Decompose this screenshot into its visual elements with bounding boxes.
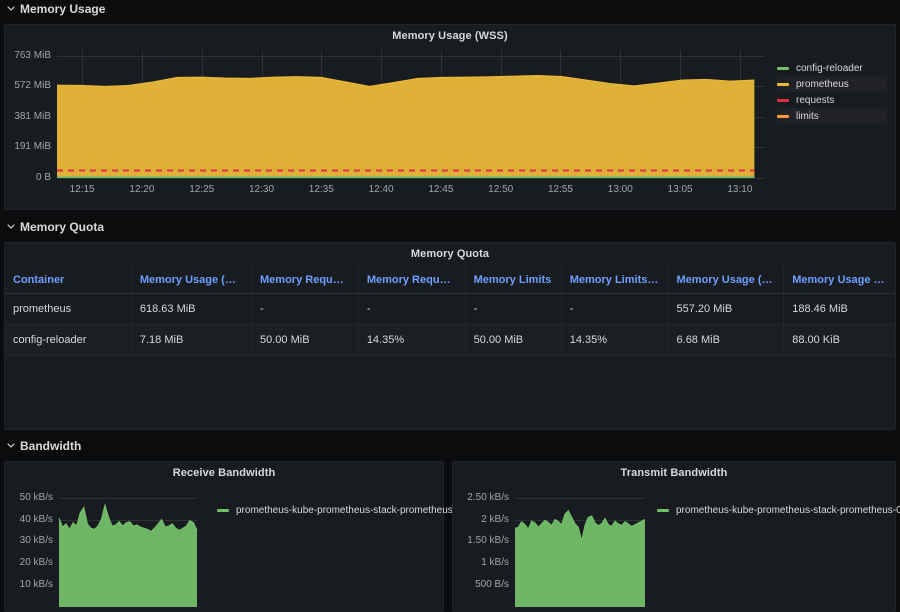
table-cell: config-reloader (5, 324, 132, 356)
legend-color-swatch (217, 508, 229, 512)
y-axis-tick-label: 2.50 kB/s (467, 491, 509, 503)
row-title: Memory Quota (20, 220, 105, 234)
legend-item[interactable]: prometheus-kube-prometheus-stack-prometh… (217, 502, 462, 518)
row-title: Bandwidth (20, 439, 82, 453)
grafana-dashboard: Memory Usage Memory Usage (WSS) 0 B 191 M… (0, 0, 900, 612)
legend-label: requests (796, 94, 835, 106)
y-axis-tick-label: 572 MiB (14, 80, 51, 92)
legend-item[interactable]: config-reloader (777, 60, 887, 76)
transmit-bandwidth-legend: prometheus-kube-prometheus-stack-prometh… (657, 502, 900, 518)
memory-quota-table: Container Memory Usage (WSS) Memory Reques… (5, 267, 895, 356)
table-header-row: Container Memory Usage (WSS) Memory Reques… (5, 267, 895, 294)
x-axis-tick-label: 12:40 (368, 184, 394, 195)
table-cell: - (251, 293, 359, 325)
receive-bandwidth-legend: prometheus-kube-prometheus-stack-prometh… (217, 502, 462, 518)
table-column-header[interactable]: Memory Usage (WSS) (131, 267, 253, 294)
chevron-down-icon (6, 221, 16, 231)
legend-item[interactable]: prometheus-kube-prometheus-stack-prometh… (657, 502, 900, 518)
table-cell: 188.46 MiB (783, 293, 895, 325)
x-axis-tick-label: 13:10 (727, 184, 753, 195)
table-column-header[interactable]: Memory Limits % (561, 267, 669, 294)
y-axis-tick-label: 30 kB/s (19, 535, 53, 547)
legend-label: prometheus-kube-prometheus-stack-prometh… (236, 504, 462, 516)
table-column-header[interactable]: Memory Requests (251, 267, 359, 294)
memory-quota-table-wrap: Container Memory Usage (WSS) Memory Reques… (5, 267, 895, 356)
chevron-down-icon (6, 440, 16, 450)
legend-color-swatch (777, 66, 789, 70)
x-axis-tick-label: 12:50 (488, 184, 514, 195)
x-axis-tick-label: 12:25 (189, 184, 215, 195)
panel-title: Receive Bandwidth (172, 467, 276, 479)
x-axis-tick-label: 12:20 (129, 184, 155, 195)
y-axis-tick-label: 1 kB/s (481, 557, 509, 569)
table-cell: 618.63 MiB (131, 293, 253, 325)
table-column-header[interactable]: Memory Limits (465, 267, 562, 294)
row-header-memory-usage[interactable]: Memory Usage (0, 0, 900, 18)
row-header-memory-quota[interactable]: Memory Quota (0, 218, 900, 236)
legend-color-swatch (777, 82, 789, 86)
transmit-bandwidth-graph[interactable]: 500 B/s 1 kB/s 1.50 kB/s 2 kB/s 2.50 kB/s (453, 479, 895, 607)
y-axis-tick-label: 500 B/s (475, 579, 509, 591)
table-cell: prometheus (5, 293, 132, 325)
panel-receive-bandwidth: Receive Bandwidth 10 kB/s 20 kB/s 30 kB/s 4… (4, 461, 462, 612)
y-axis-tick-label: 763 MiB (14, 49, 51, 61)
legend-label: prometheus-kube-prometheus-stack-prometh… (676, 504, 900, 516)
panel-transmit-bandwidth: Transmit Bandwidth 500 B/s 1 kB/s 1.50 kB/… (452, 461, 900, 612)
legend-item[interactable]: requests (777, 92, 887, 108)
legend-color-swatch (777, 98, 789, 102)
row-header-bandwidth[interactable]: Bandwidth (0, 437, 900, 455)
y-axis-tick-label: 191 MiB (14, 141, 51, 153)
x-axis-tick-label: 12:55 (547, 184, 573, 195)
table-cell: 50.00 MiB (465, 324, 562, 356)
table-cell: 14.35% (561, 324, 669, 356)
panel-title: Memory Usage (WSS) (392, 30, 508, 42)
panel-title: Transmit Bandwidth (620, 467, 728, 479)
row-title: Memory Usage (20, 2, 106, 16)
table-cell: - (358, 293, 466, 325)
table-column-header[interactable]: Memory Requests % (358, 267, 466, 294)
table-row: config-reloader 7.18 MiB 50.00 MiB 14.35% 50… (5, 324, 895, 356)
memory-usage-graph[interactable]: 0 B 191 MiB 381 MiB 572 MiB 763 MiB 12:15 12:2… (5, 42, 895, 202)
table-column-header[interactable]: Memory Usage (Cache) (783, 267, 895, 294)
legend-label: config-reloader (796, 62, 863, 74)
legend-color-swatch (777, 114, 789, 118)
x-axis-tick-label: 13:00 (607, 184, 633, 195)
y-axis-tick-label: 50 kB/s (19, 491, 53, 503)
x-axis-tick-label: 12:30 (248, 184, 275, 195)
memory-usage-legend: config-reloader prometheus requests limits (777, 60, 887, 124)
table-cell: 557.20 MiB (668, 293, 785, 325)
panel-memory-quota: Memory Quota Container Memory Usage (WSS)… (4, 242, 896, 430)
receive-bandwidth-graph[interactable]: 10 kB/s 20 kB/s 30 kB/s 40 kB/s 50 kB/s (5, 479, 443, 607)
panel-title: Memory Quota (410, 248, 490, 260)
y-axis-tick-label: 40 kB/s (19, 513, 53, 525)
legend-color-swatch (657, 508, 669, 512)
table-cell: 88.00 KiB (783, 324, 895, 356)
legend-item[interactable]: limits (777, 108, 887, 124)
table-row: prometheus 618.63 MiB - - - -557.20 MiB 188.46… (5, 293, 895, 325)
table-column-header[interactable]: Container (5, 267, 132, 294)
chevron-down-icon (6, 3, 16, 13)
x-axis-tick-label: 12:35 (308, 184, 334, 195)
table-cell: 7.18 MiB (131, 324, 253, 356)
y-axis-tick-label: 0 B (35, 172, 51, 183)
x-axis-tick-label: 13:05 (667, 184, 693, 195)
panel-memory-usage-wss: Memory Usage (WSS) 0 B 191 MiB 381 MiB 572 … (4, 24, 896, 210)
legend-label: limits (796, 110, 819, 122)
table-body: prometheus 618.63 MiB - - - -557.20 MiB 188.46… (5, 293, 895, 356)
y-axis-tick-label: 20 kB/s (19, 557, 53, 569)
y-axis-tick-label: 10 kB/s (19, 579, 53, 591)
table-cell: 14.35% (358, 324, 466, 356)
legend-item[interactable]: prometheus (777, 76, 887, 92)
x-axis-tick-label: 12:15 (69, 184, 95, 195)
y-axis-tick-label: 2 kB/s (481, 513, 509, 525)
table-cell: 50.00 MiB (251, 324, 359, 356)
table-cell: - (465, 293, 562, 325)
table-cell: - (561, 293, 669, 325)
y-axis-tick-label: 381 MiB (14, 111, 51, 123)
legend-label: prometheus (796, 78, 849, 90)
table-cell: 6.68 MiB (668, 324, 785, 356)
y-axis-tick-label: 1.50 kB/s (467, 535, 509, 547)
table-column-header[interactable]: Memory Usage (RSS) (668, 267, 785, 294)
x-axis-tick-label: 12:45 (428, 184, 454, 195)
